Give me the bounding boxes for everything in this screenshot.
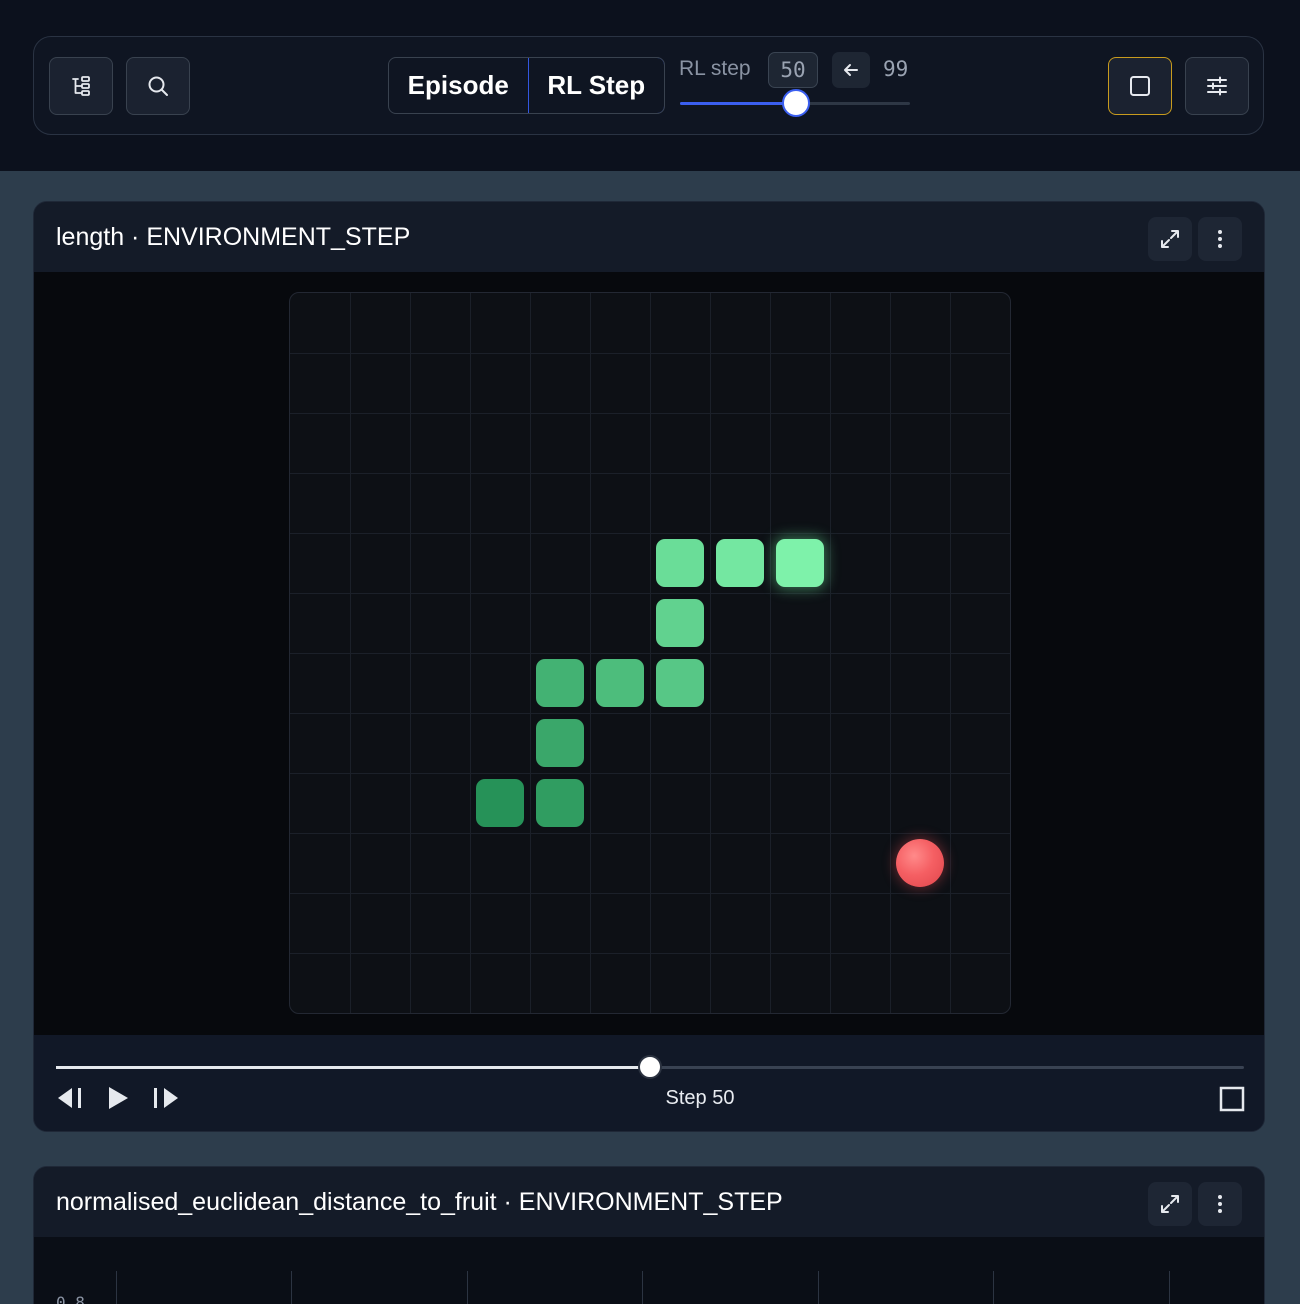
more-options-button[interactable]	[1198, 1182, 1242, 1226]
grid-line	[290, 713, 1010, 714]
playback-scrubber[interactable]	[56, 1055, 1244, 1079]
snake-segment	[536, 659, 584, 707]
chart-gridline	[467, 1271, 468, 1304]
fruit	[896, 839, 944, 887]
rl-step-label: RL step	[679, 57, 751, 80]
environment-view	[34, 272, 1264, 1035]
stop-square-icon	[1130, 76, 1150, 96]
expand-button[interactable]	[1148, 1182, 1192, 1226]
chart-gridline	[1169, 1271, 1170, 1304]
playback-scrubber-fill	[56, 1066, 650, 1069]
search-icon	[148, 76, 168, 96]
more-vertical-icon	[1218, 230, 1222, 248]
distance-panel: normalised_euclidean_distance_to_fruit ·…	[33, 1166, 1265, 1304]
grid-line	[290, 833, 1010, 834]
rl-step-slider[interactable]	[680, 89, 910, 117]
tab-rl-step[interactable]: RL Step	[527, 58, 664, 113]
rl-step-value[interactable]: 50	[768, 52, 818, 88]
chart-gridline	[993, 1271, 994, 1304]
rl-step-slider-thumb[interactable]	[782, 89, 811, 117]
grid-line	[290, 893, 1010, 894]
more-options-button[interactable]	[1198, 217, 1242, 261]
playback-scrubber-thumb[interactable]	[638, 1055, 662, 1079]
rl-step-max: 99	[883, 57, 909, 81]
tab-episode[interactable]: Episode	[389, 58, 528, 113]
grid-line	[830, 293, 831, 1013]
stop-square-icon	[1219, 1086, 1245, 1112]
panel-header: normalised_euclidean_distance_to_fruit ·…	[34, 1167, 1264, 1237]
chart-area: 0.8	[34, 1237, 1264, 1304]
grid-line	[710, 293, 711, 1013]
grid-line	[290, 653, 1010, 654]
step-label: Step 50	[665, 1087, 735, 1109]
panel-title: normalised_euclidean_distance_to_fruit ·…	[56, 1187, 783, 1216]
chart-gridline	[818, 1271, 819, 1304]
stop-button[interactable]	[1108, 57, 1172, 115]
snake-segment	[536, 719, 584, 767]
search-button[interactable]	[126, 57, 190, 115]
chart-gridline	[642, 1271, 643, 1304]
snake-tail	[476, 779, 524, 827]
snake-segment	[656, 599, 704, 647]
grid-line	[290, 953, 1010, 954]
settings-button[interactable]	[1185, 57, 1249, 115]
grid-line	[950, 293, 951, 1013]
sliders-icon	[1207, 76, 1227, 96]
snake-segment	[656, 539, 704, 587]
mode-toggle: Episode RL Step	[388, 57, 665, 114]
snake-segment	[596, 659, 644, 707]
expand-icon	[1161, 230, 1179, 248]
tree-icon	[72, 76, 90, 96]
snake-panel: length · ENVIRONMENT_STEP Step 50	[33, 201, 1265, 1132]
toolbar: Episode RL Step RL step 50 99	[33, 36, 1264, 135]
rl-step-back-button[interactable]	[832, 52, 870, 88]
grid-line	[890, 293, 891, 1013]
more-vertical-icon	[1218, 1195, 1222, 1213]
snake-segment	[536, 779, 584, 827]
top-bar: Episode RL Step RL step 50 99	[0, 0, 1300, 171]
expand-icon	[1161, 1195, 1179, 1213]
snake-head	[776, 539, 824, 587]
playback-controls: Step 50	[34, 1035, 1264, 1131]
grid-line	[290, 773, 1010, 774]
stop-playback-button[interactable]	[1219, 1086, 1245, 1112]
panel-title: length · ENVIRONMENT_STEP	[56, 222, 411, 251]
snake-segment	[716, 539, 764, 587]
chart-gridline	[291, 1271, 292, 1304]
expand-button[interactable]	[1148, 217, 1192, 261]
grid-line	[770, 293, 771, 1013]
chart-gridline	[116, 1271, 117, 1304]
y-tick-label: 0.8	[56, 1293, 85, 1304]
rl-step-slider-fill	[680, 102, 797, 105]
snake-segment	[656, 659, 704, 707]
arrow-left-icon	[844, 64, 858, 76]
tree-view-button[interactable]	[49, 57, 113, 115]
panel-header: length · ENVIRONMENT_STEP	[34, 202, 1264, 272]
snake-grid	[289, 292, 1011, 1014]
